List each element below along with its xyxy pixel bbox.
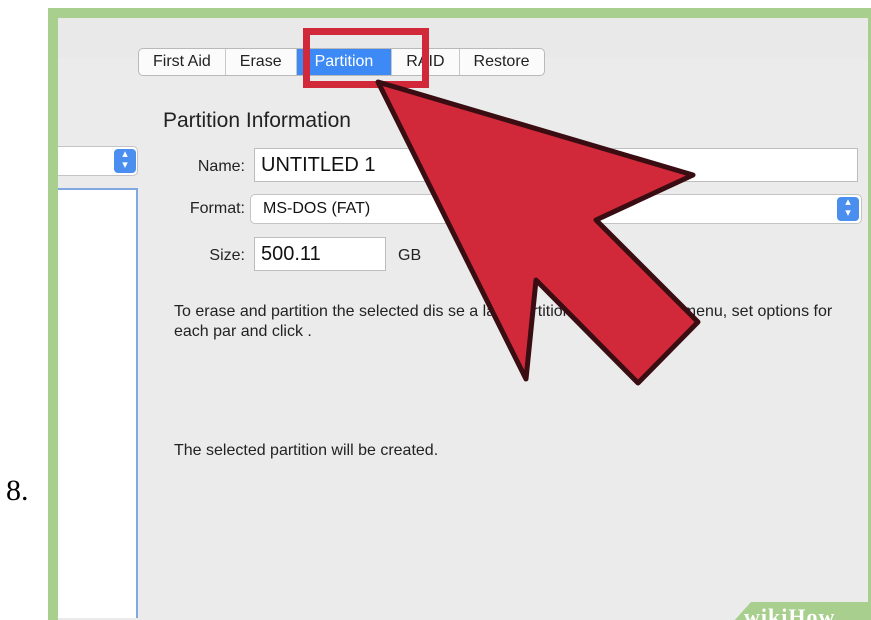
disk-utility-window: ▴ ▾ First Aid Erase Partition RAID Restor… [58,18,868,620]
up-down-chevron-icon: ▴ ▾ [837,197,859,221]
tab-restore[interactable]: Restore [460,49,544,75]
partition-tab-highlight [303,28,429,88]
instructions-text: To erase and partition the selected dis … [174,303,833,340]
size-label: Size: [209,247,245,264]
tab-first-aid[interactable]: First Aid [139,49,226,75]
name-label: Name: [197,158,245,175]
step-number: 8. [6,474,29,507]
tab-erase[interactable]: Erase [226,49,297,75]
watermark-text: wikiHow [744,604,835,620]
size-unit: GB [398,247,422,264]
partition-information-heading: Partition Information [163,109,351,132]
status-message: The selected partition will be created. [174,442,439,459]
sidebar-popup[interactable]: ▴ ▾ [58,146,138,176]
sidebar-disk-list[interactable] [58,188,138,618]
watermark-wiki: wiki [744,604,789,620]
wikihow-watermark: wikiHow [724,602,868,620]
format-label: Format: [189,200,245,217]
size-field[interactable]: 500.11 [254,237,386,271]
format-value: MS-DOS (FAT) [263,200,371,217]
up-down-chevron-icon: ▴ ▾ [114,149,136,173]
name-field[interactable]: UNTITLED 1 [254,148,858,182]
format-popup[interactable]: MS-DOS (FAT) ▴ ▾ [250,194,862,224]
watermark-how: How [788,604,836,620]
